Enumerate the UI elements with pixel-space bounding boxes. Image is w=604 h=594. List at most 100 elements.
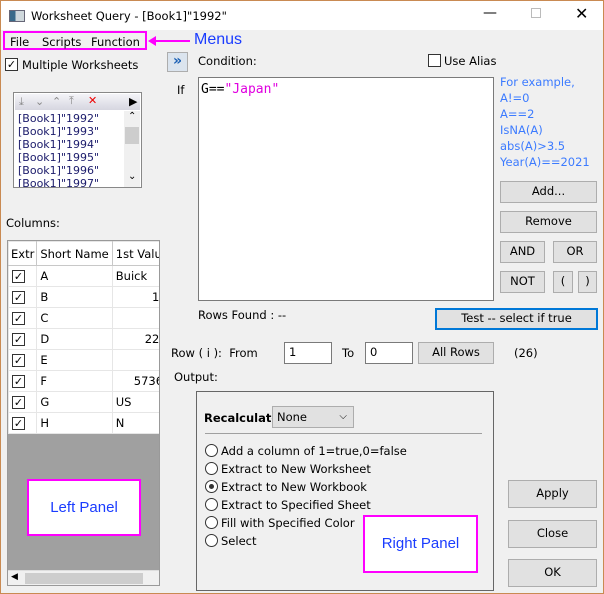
menu-function[interactable]: Function bbox=[91, 35, 140, 49]
minimize-icon[interactable]: — bbox=[483, 5, 497, 21]
row-count: (26) bbox=[514, 346, 538, 360]
recalculate-value: None bbox=[277, 410, 308, 424]
option-label: Extract to New Worksheet bbox=[221, 462, 371, 476]
divider bbox=[205, 433, 482, 434]
move-bottom-icon[interactable]: ⤓ bbox=[19, 95, 24, 109]
row-from-input[interactable]: 1 bbox=[284, 342, 332, 364]
menu-file[interactable]: File bbox=[10, 35, 29, 49]
examples: For example, A!=0 A==2 IsNA(A) abs(A)>3.… bbox=[500, 75, 590, 171]
move-down-icon[interactable]: ⌄ bbox=[35, 95, 44, 108]
add-button[interactable]: Add... bbox=[500, 181, 597, 203]
radio-select[interactable] bbox=[205, 534, 218, 547]
test-button[interactable]: Test -- select if true bbox=[435, 308, 598, 330]
columns-table: Extr Short Name 1st Value ✓ABuick ✓B132 … bbox=[8, 241, 159, 434]
radio-new-worksheet[interactable] bbox=[205, 462, 218, 475]
example-line: Year(A)==2021 bbox=[500, 155, 590, 169]
example-line: IsNA(A) bbox=[500, 123, 543, 137]
rows-found: Rows Found : -- bbox=[198, 308, 287, 322]
left-paren-button[interactable]: ( bbox=[553, 271, 573, 293]
remove-button[interactable]: Remove bbox=[500, 211, 597, 233]
not-button[interactable]: NOT bbox=[500, 271, 545, 293]
col-header-short-name[interactable]: Short Name bbox=[36, 241, 113, 266]
expand-button[interactable]: » bbox=[167, 52, 188, 72]
table-row: ✓ E11 bbox=[8, 349, 159, 371]
radio-specified-sheet[interactable] bbox=[205, 498, 218, 511]
sheet-item[interactable]: [Book1]"1997" bbox=[18, 177, 123, 187]
extract-checkbox[interactable]: ✓ bbox=[12, 375, 25, 388]
radio-fill-color[interactable] bbox=[205, 516, 218, 529]
delete-icon[interactable]: ✕ bbox=[88, 94, 97, 107]
sheet-item[interactable]: [Book1]"1994" bbox=[18, 138, 123, 151]
example-line: For example, bbox=[500, 75, 575, 89]
col-header-first-value[interactable]: 1st Value bbox=[111, 241, 159, 266]
multiple-worksheets-label: Multiple Worksheets bbox=[22, 58, 139, 72]
maximize-icon[interactable] bbox=[531, 8, 541, 18]
condition-label: Condition: bbox=[198, 54, 257, 68]
condition-editor[interactable]: G=="Japan" bbox=[198, 77, 494, 301]
first-value: 2238 bbox=[111, 328, 159, 350]
or-button[interactable]: OR bbox=[553, 241, 597, 263]
menus-annotation: Menus bbox=[194, 31, 243, 48]
ok-button[interactable]: OK bbox=[508, 559, 597, 587]
expand-right-icon[interactable]: ▶ bbox=[129, 95, 137, 108]
arrow-head-icon bbox=[148, 36, 156, 46]
extract-checkbox[interactable]: ✓ bbox=[12, 417, 25, 430]
sheet-item[interactable]: [Book1]"1995" bbox=[18, 151, 123, 164]
scroll-thumb[interactable] bbox=[25, 573, 143, 584]
extract-checkbox[interactable]: ✓ bbox=[12, 396, 25, 409]
multiple-worksheets-checkbox[interactable]: ✓ bbox=[5, 58, 18, 71]
row-to-label: To bbox=[342, 346, 355, 360]
col-header-extract[interactable]: Extr bbox=[8, 241, 38, 266]
condition-column: G== bbox=[201, 82, 225, 97]
sheet-item[interactable]: [Book1]"1992" bbox=[18, 112, 123, 125]
horizontal-scrollbar[interactable]: ◀ bbox=[8, 570, 159, 585]
option-label: Add a column of 1=true,0=false bbox=[221, 444, 407, 458]
close-button[interactable]: Close bbox=[508, 520, 597, 548]
table-row: ✓ D2238 bbox=[8, 328, 159, 350]
example-line: abs(A)>3.5 bbox=[500, 139, 566, 153]
extract-checkbox[interactable]: ✓ bbox=[12, 333, 25, 346]
condition-string: "Japan" bbox=[224, 82, 280, 97]
move-up-icon[interactable]: ⌃ bbox=[52, 95, 61, 108]
row-from-label: Row ( i ): From bbox=[171, 346, 258, 360]
first-value: Buick bbox=[111, 265, 159, 287]
menu-scripts[interactable]: Scripts bbox=[42, 35, 81, 49]
all-rows-button[interactable]: All Rows bbox=[418, 342, 494, 364]
sheet-item[interactable]: [Book1]"1993" bbox=[18, 125, 123, 138]
short-name: B bbox=[36, 286, 113, 308]
if-label: If bbox=[177, 83, 185, 97]
right-paren-button[interactable]: ) bbox=[578, 271, 597, 293]
scroll-down-icon[interactable]: ⌄ bbox=[128, 171, 136, 182]
sheet-list-scrollbar[interactable]: ⌃ ⌄ bbox=[124, 111, 140, 187]
option-label: Select bbox=[221, 534, 257, 548]
radio-new-workbook[interactable] bbox=[205, 480, 218, 493]
table-row: ✓ B132 bbox=[8, 286, 159, 308]
table-row: ✓ H N bbox=[8, 412, 159, 434]
use-alias-label: Use Alias bbox=[444, 54, 497, 68]
columns-label: Columns: bbox=[6, 216, 60, 230]
extract-checkbox[interactable]: ✓ bbox=[12, 312, 25, 325]
extract-checkbox[interactable]: ✓ bbox=[12, 354, 25, 367]
radio-add-column[interactable] bbox=[205, 444, 218, 457]
short-name: H bbox=[36, 412, 113, 434]
short-name: E bbox=[36, 349, 113, 371]
scroll-left-icon[interactable]: ◀ bbox=[11, 572, 18, 582]
and-button[interactable]: AND bbox=[500, 241, 545, 263]
extract-checkbox[interactable]: ✓ bbox=[12, 291, 25, 304]
sheet-item[interactable]: [Book1]"1996" bbox=[18, 164, 123, 177]
recalculate-select[interactable]: None ⌵ bbox=[272, 406, 354, 428]
sheet-list[interactable]: ⤓ ⌄ ⌃ ⤒ ✕ ▶ [Book1]"1992" [Book1]"1993" … bbox=[13, 92, 142, 188]
sheet-list-toolbar: ⤓ ⌄ ⌃ ⤒ ✕ ▶ bbox=[15, 94, 140, 110]
table-row: ✓ A Buick bbox=[8, 265, 159, 287]
output-label: Output: bbox=[174, 370, 218, 384]
scroll-thumb[interactable] bbox=[125, 127, 139, 144]
row-to-input[interactable]: 0 bbox=[365, 342, 413, 364]
use-alias-checkbox[interactable] bbox=[428, 54, 441, 67]
right-panel-annotation: Right Panel bbox=[363, 515, 478, 573]
close-icon[interactable]: ✕ bbox=[575, 4, 588, 23]
apply-button[interactable]: Apply bbox=[508, 480, 597, 508]
scroll-up-icon[interactable]: ⌃ bbox=[128, 111, 136, 122]
extract-checkbox[interactable]: ✓ bbox=[12, 270, 25, 283]
move-top-icon[interactable]: ⤒ bbox=[69, 94, 74, 108]
short-name: D bbox=[36, 328, 113, 350]
